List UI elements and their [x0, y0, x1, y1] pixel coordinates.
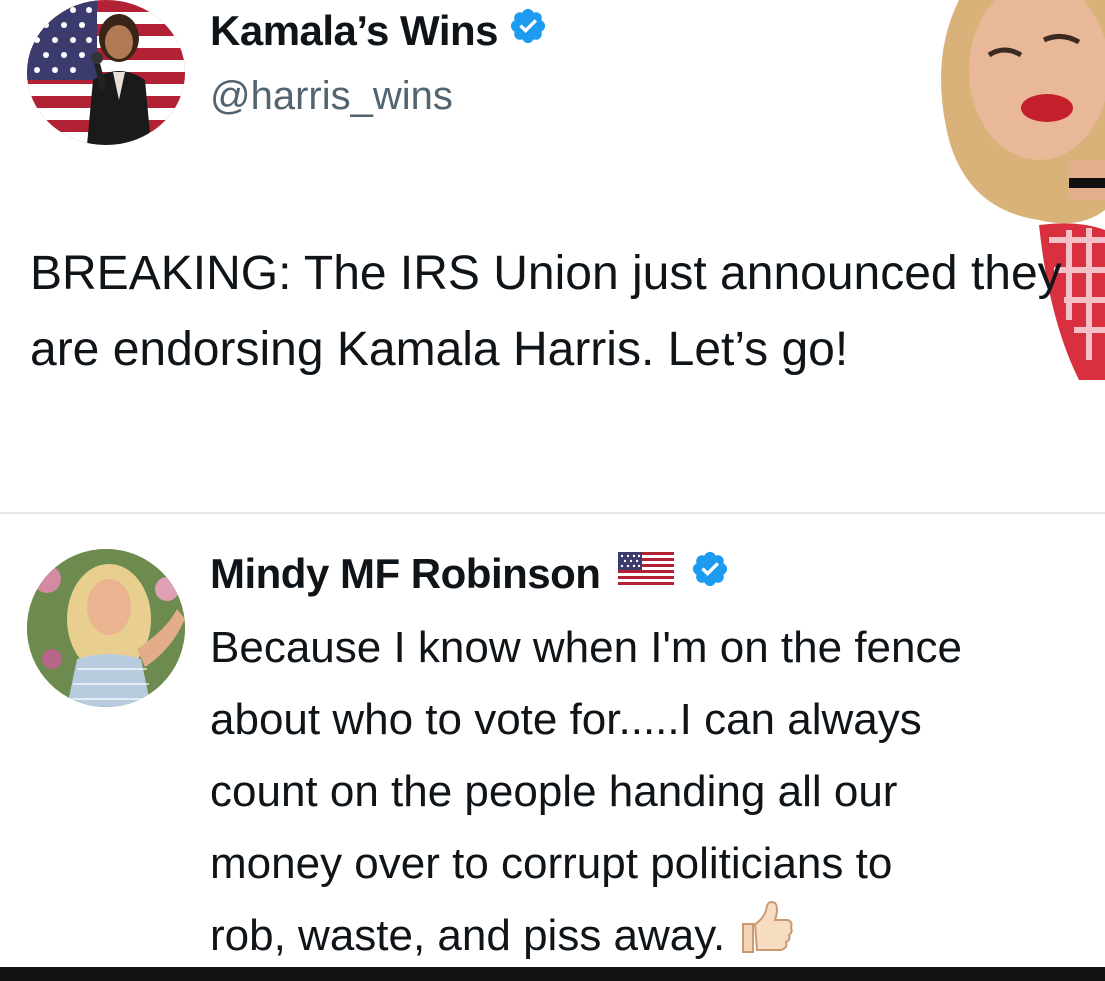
tweet-text: BREAKING: The IRS Union just announced t… [30, 247, 1062, 376]
bottom-bar [0, 967, 1105, 981]
handle[interactable]: @harris_wins [210, 74, 453, 119]
avatar-mindy[interactable] [27, 549, 185, 707]
tweet-kamalas-wins: Kamala’s Wins @harris_wins BREAKING: The… [0, 0, 1105, 512]
tweet-text: Because I know when I'm on the fence abo… [210, 623, 962, 960]
thumbs-up-icon [735, 900, 795, 976]
avatar-image [27, 0, 185, 145]
avatar-kamalas-wins[interactable] [27, 0, 185, 145]
display-name-text: Mindy MF Robinson [210, 550, 601, 597]
display-name-text: Kamala’s Wins [210, 7, 499, 54]
tweet-text-container: Because I know when I'm on the fence abo… [210, 612, 1105, 976]
verified-badge-icon [690, 549, 730, 599]
us-flag-icon [618, 550, 675, 598]
tweet-divider [0, 512, 1105, 514]
verified-badge-icon [508, 6, 548, 56]
display-name[interactable]: Mindy MF Robinson [210, 549, 730, 599]
display-name[interactable]: Kamala’s Wins [210, 6, 548, 56]
avatar-image [27, 549, 185, 707]
